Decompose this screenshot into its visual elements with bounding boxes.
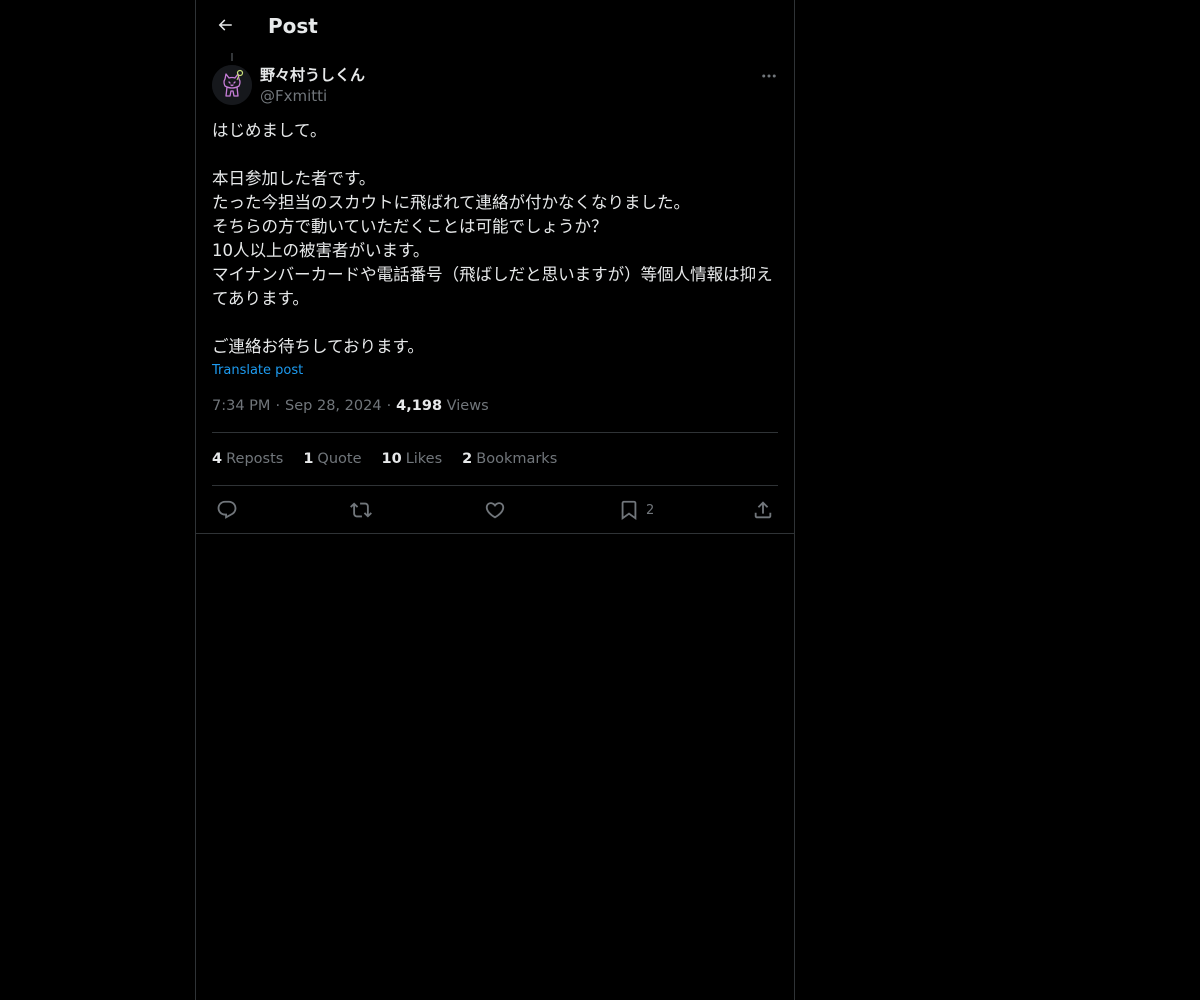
divider bbox=[212, 485, 778, 486]
main-column: Post 野々村うしくん @Fxmitti はじめまして。 本日参加した者です。… bbox=[195, 0, 795, 1000]
translate-post-link[interactable]: Translate post bbox=[212, 362, 303, 380]
bookmarks-label: Bookmarks bbox=[476, 451, 558, 467]
post-meta: 7:34 PM · Sep 28, 2024 · 4,198 Views bbox=[212, 396, 489, 416]
more-dots-icon bbox=[760, 67, 778, 85]
back-arrow-icon bbox=[216, 16, 234, 34]
meta-separator: · bbox=[275, 398, 281, 414]
views-label: Views bbox=[446, 398, 489, 414]
quotes-label: Quote bbox=[317, 451, 362, 467]
post-date[interactable]: Sep 28, 2024 bbox=[285, 398, 382, 414]
divider bbox=[212, 432, 778, 433]
reposts-stat[interactable]: 4 Reposts bbox=[212, 449, 283, 469]
views-count: 4,198 bbox=[396, 398, 443, 414]
share-button[interactable] bbox=[752, 497, 774, 523]
likes-count: 10 bbox=[381, 451, 402, 467]
bookmarks-count: 2 bbox=[462, 451, 473, 467]
author-display-name[interactable]: 野々村うしくん bbox=[260, 65, 365, 85]
share-icon bbox=[752, 499, 774, 521]
like-icon bbox=[484, 499, 506, 521]
author-handle[interactable]: @Fxmitti bbox=[260, 86, 327, 106]
reposts-label: Reposts bbox=[226, 451, 284, 467]
bookmark-icon bbox=[618, 499, 640, 521]
quotes-count: 1 bbox=[303, 451, 314, 467]
repost-button[interactable] bbox=[350, 497, 372, 523]
header: Post bbox=[196, 0, 794, 53]
reply-button[interactable] bbox=[216, 497, 238, 523]
page-title: Post bbox=[268, 14, 318, 38]
thread-line bbox=[231, 53, 233, 61]
bookmark-button[interactable]: 2 bbox=[618, 497, 654, 523]
meta-separator: · bbox=[386, 398, 392, 414]
more-options-button[interactable] bbox=[756, 63, 782, 89]
post-bottom-border bbox=[196, 533, 794, 534]
quotes-stat[interactable]: 1 Quote bbox=[303, 449, 361, 469]
like-button[interactable] bbox=[484, 497, 506, 523]
bookmarks-stat[interactable]: 2 Bookmarks bbox=[462, 449, 557, 469]
post-stats: 4 Reposts 1 Quote 10 Likes 2 Bookmarks bbox=[212, 449, 557, 469]
repost-icon bbox=[350, 499, 372, 521]
back-button[interactable] bbox=[208, 8, 242, 42]
avatar[interactable] bbox=[212, 65, 252, 105]
likes-label: Likes bbox=[405, 451, 443, 467]
post-time[interactable]: 7:34 PM bbox=[212, 398, 270, 414]
reply-icon bbox=[216, 499, 238, 521]
reposts-count: 4 bbox=[212, 451, 223, 467]
bookmark-action-count: 2 bbox=[646, 502, 655, 518]
likes-stat[interactable]: 10 Likes bbox=[382, 449, 443, 469]
post-text: はじめまして。 本日参加した者です。 たった今担当のスカウトに飛ばれて連絡が付か… bbox=[212, 121, 773, 356]
cat-avatar-icon bbox=[212, 65, 252, 105]
